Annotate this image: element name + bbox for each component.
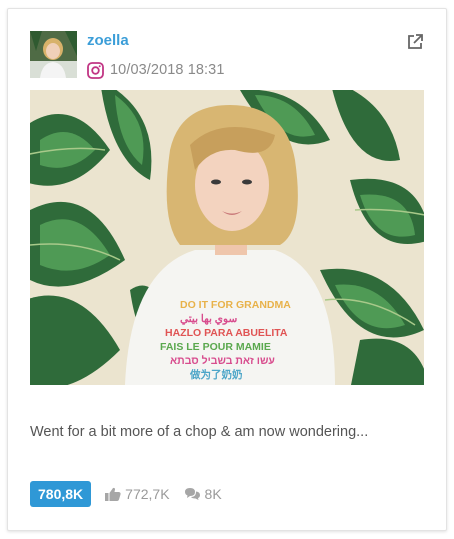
shirt-text-1: DO IT FOR GRANDMA (180, 299, 291, 311)
external-link-icon[interactable] (406, 33, 424, 51)
post-timestamp: 10/03/2018 18:31 (110, 62, 225, 78)
shirt-text-5: עשו זאת בשביל סבתא (170, 355, 275, 367)
instagram-icon (87, 61, 104, 79)
post-card: zoella 10/03/2018 18:31 DO IT FOR GRANDM… (7, 8, 447, 531)
post-caption: Went for a bit more of a chop & am now w… (30, 424, 369, 440)
comments-stat: 8K (184, 486, 222, 502)
thumbs-up-icon (105, 487, 121, 501)
shirt-text-2: سوي بها بيتي (180, 313, 237, 326)
shirt-text-4: FAIS LE POUR MAMIE (160, 341, 271, 353)
comments-count: 8K (204, 486, 222, 502)
likes-count: 772,7K (125, 486, 170, 502)
shirt-text-6: 做为了奶奶 (189, 368, 243, 381)
post-image[interactable]: DO IT FOR GRANDMA سوي بها بيتي HAZLO PAR… (30, 90, 424, 385)
post-stats: 780,8K 772,7K 8K (30, 481, 222, 507)
comments-icon (184, 488, 200, 500)
post-header: zoella 10/03/2018 18:31 (30, 31, 424, 83)
post-meta: 10/03/2018 18:31 (87, 61, 225, 79)
likes-stat: 772,7K (105, 486, 170, 502)
avatar[interactable] (30, 31, 77, 78)
reach-badge[interactable]: 780,8K (30, 481, 92, 507)
username-link[interactable]: zoella (87, 32, 129, 49)
shirt-text-3: HAZLO PARA ABUELITA (165, 327, 288, 339)
